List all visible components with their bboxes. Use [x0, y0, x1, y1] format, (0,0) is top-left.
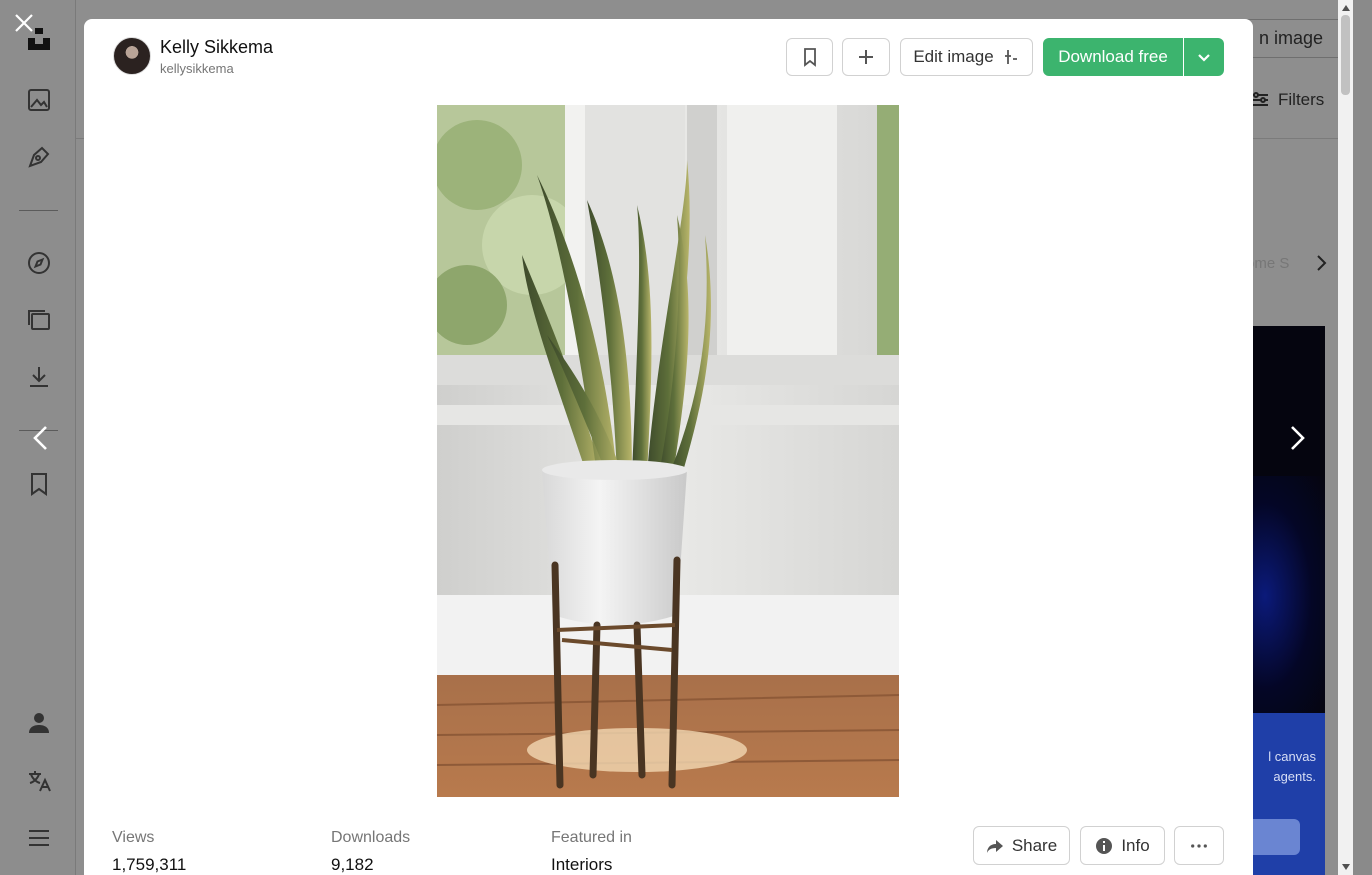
photos-icon[interactable] [26, 87, 52, 113]
more-actions-button[interactable] [1174, 826, 1224, 865]
add-to-collection-button[interactable] [842, 38, 890, 76]
sidebar-divider [19, 210, 58, 211]
download-options-button[interactable] [1184, 38, 1224, 76]
featured-in-link[interactable]: Interiors [551, 855, 612, 875]
chevron-down-icon [1198, 54, 1210, 62]
next-image-chevron-icon[interactable] [1281, 422, 1313, 454]
menu-icon[interactable] [26, 825, 52, 851]
plus-icon [859, 50, 873, 64]
photo-modal: Kelly Sikkema kellysikkema Edit image Do… [84, 19, 1253, 875]
chevron-right-icon [1312, 253, 1330, 278]
background-ad: l canvas agents. [1250, 326, 1325, 875]
info-icon [1096, 837, 1113, 854]
sparkle-icon [1004, 50, 1017, 64]
page-scrollbar[interactable] [1338, 0, 1353, 875]
share-arrow-icon [986, 839, 1003, 853]
share-label: Share [1011, 835, 1058, 855]
illustrations-pen-icon[interactable] [26, 144, 52, 170]
user-icon[interactable] [26, 710, 52, 736]
bookmark-icon[interactable] [26, 471, 52, 497]
ellipsis-icon [1191, 843, 1207, 848]
info-label: Info [1121, 835, 1150, 855]
ad-text-line: agents. [1273, 769, 1316, 784]
scrollbar-thumb[interactable] [1341, 15, 1350, 95]
ad-text-line: l canvas [1268, 749, 1316, 764]
download-icon[interactable] [26, 364, 52, 390]
previous-image-chevron-icon[interactable] [25, 422, 57, 454]
collections-icon[interactable] [26, 307, 52, 333]
avatar[interactable] [113, 37, 151, 75]
edit-image-label: Edit image [913, 47, 994, 66]
close-icon[interactable] [11, 10, 37, 36]
ad-button [1250, 819, 1300, 855]
bookmark-button[interactable] [786, 38, 833, 76]
views-label: Views [112, 829, 155, 846]
main-photo[interactable] [437, 105, 899, 797]
share-button[interactable]: Share [973, 826, 1070, 865]
author-name[interactable]: Kelly Sikkema [160, 37, 273, 58]
info-button[interactable]: Info [1080, 826, 1165, 865]
translate-icon[interactable] [26, 768, 52, 794]
filters-icon [1252, 92, 1268, 106]
download-free-button[interactable]: Download free [1043, 38, 1183, 76]
featured-in-label: Featured in [551, 829, 632, 846]
filters-label: Filters [1278, 90, 1325, 109]
author-handle[interactable]: kellysikkema [160, 61, 234, 76]
views-value: 1,759,311 [112, 855, 187, 874]
scroll-down-arrow-icon[interactable] [1342, 864, 1350, 870]
downloads-value: 9,182 [331, 855, 374, 874]
background-search-image-button: n image [1238, 19, 1353, 58]
explore-compass-icon[interactable] [26, 250, 52, 276]
edit-image-button[interactable]: Edit image [900, 38, 1033, 76]
bookmark-icon [803, 48, 816, 67]
downloads-label: Downloads [331, 829, 411, 846]
background-filters: Filters [1250, 90, 1324, 110]
scroll-up-arrow-icon[interactable] [1342, 5, 1350, 11]
